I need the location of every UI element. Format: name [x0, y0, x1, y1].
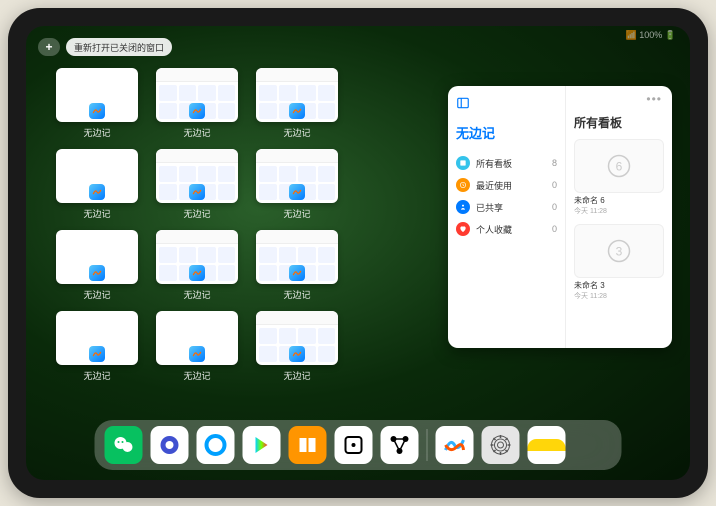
window-thumbnail[interactable]: 无边记 [156, 149, 238, 220]
screen: 📶 100% 🔋 + 重新打开已关闭的窗口 无边记无边记无边记无边记无边记无边记… [26, 26, 690, 480]
window-thumbnail[interactable]: 无边记 [56, 230, 138, 301]
window-thumbnail[interactable]: 无边记 [156, 230, 238, 301]
nav-count: 0 [552, 224, 557, 234]
board-date: 今天 11:28 [574, 206, 664, 216]
window-thumbnail[interactable]: 无边记 [256, 149, 338, 220]
svg-text:3: 3 [616, 245, 623, 259]
dock-separator [427, 429, 428, 461]
add-window-button[interactable]: + [38, 38, 60, 56]
sidebar-item-2[interactable]: 已共享 0 [456, 196, 557, 218]
freeform-app-icon [89, 265, 105, 281]
dock [95, 420, 622, 470]
thumbnail-label: 无边记 [83, 369, 110, 382]
board-date: 今天 11:28 [574, 291, 664, 301]
freeform-app-icon [89, 346, 105, 362]
sidebar-item-3[interactable]: 个人收藏 0 [456, 218, 557, 240]
thumbnail-label: 无边记 [83, 288, 110, 301]
freeform-app-icon [189, 346, 205, 362]
thumbnail-label: 无边记 [183, 288, 210, 301]
dock-app-quark[interactable] [151, 426, 189, 464]
board-name: 未命名 6 [574, 195, 664, 206]
dock-app-wechat[interactable] [105, 426, 143, 464]
sidebar-title: 无边记 [456, 123, 557, 142]
window-grid: 无边记无边记无边记无边记无边记无边记无边记无边记无边记无边记无边记无边记 [56, 68, 436, 382]
window-thumbnail[interactable]: 无边记 [156, 68, 238, 139]
nav-icon [456, 200, 470, 214]
nav-label: 个人收藏 [476, 223, 512, 236]
freeform-app-icon [289, 265, 305, 281]
window-thumbnail[interactable]: 无边记 [256, 68, 338, 139]
sidebar-item-0[interactable]: 所有看板 8 [456, 152, 557, 174]
window-thumbnail[interactable]: 无边记 [256, 230, 338, 301]
thumbnail-label: 无边记 [283, 288, 310, 301]
freeform-app-icon [89, 184, 105, 200]
ipad-frame: 📶 100% 🔋 + 重新打开已关闭的窗口 无边记无边记无边记无边记无边记无边记… [8, 8, 708, 498]
content-area: 所有看板 6未命名 6今天 11:283未命名 3今天 11:28 [566, 86, 672, 348]
freeform-app-icon [189, 184, 205, 200]
more-icon[interactable]: ••• [646, 92, 662, 106]
freeform-app-icon [189, 103, 205, 119]
nav-count: 8 [552, 158, 557, 168]
thumbnail-label: 无边记 [283, 369, 310, 382]
board-card[interactable]: 3 未命名 3今天 11:28 [574, 224, 664, 301]
dock-app-qq-browser[interactable] [197, 426, 235, 464]
dock-app-play[interactable] [243, 426, 281, 464]
window-thumbnail[interactable]: 无边记 [256, 311, 338, 382]
board-card[interactable]: 6 未命名 6今天 11:28 [574, 139, 664, 216]
dock-app-node[interactable] [381, 426, 419, 464]
nav-label: 最近使用 [476, 179, 512, 192]
dock-app-freeform[interactable] [436, 426, 474, 464]
nav-icon [456, 156, 470, 170]
window-thumbnail[interactable]: 无边记 [156, 311, 238, 382]
thumbnail-label: 无边记 [183, 369, 210, 382]
freeform-app-icon [289, 346, 305, 362]
dock-app-books[interactable] [289, 426, 327, 464]
board-preview: 6 [574, 139, 664, 193]
thumbnail-label: 无边记 [283, 207, 310, 220]
freeform-app-icon [189, 265, 205, 281]
sidebar-toggle-icon[interactable] [456, 96, 470, 110]
thumbnail-label: 无边记 [283, 126, 310, 139]
window-thumbnail[interactable]: 无边记 [56, 149, 138, 220]
stage-manager-controls: + 重新打开已关闭的窗口 [38, 38, 172, 56]
thumbnail-label: 无边记 [83, 126, 110, 139]
nav-label: 所有看板 [476, 157, 512, 170]
nav-count: 0 [552, 180, 557, 190]
freeform-app-icon [289, 103, 305, 119]
dock-app-folder[interactable] [574, 426, 612, 464]
sidebar: 无边记 所有看板 8 最近使用 0 已共享 0 个人收藏 0 [448, 86, 566, 348]
freeform-app-icon [289, 184, 305, 200]
freeform-app-icon [89, 103, 105, 119]
reopen-closed-window-button[interactable]: 重新打开已关闭的窗口 [66, 38, 172, 56]
nav-count: 0 [552, 202, 557, 212]
freeform-window[interactable]: ••• 无边记 所有看板8最近使用0已共享0个人收藏0 所有看板 6未命名 6今… [448, 86, 672, 348]
svg-text:6: 6 [616, 160, 623, 174]
sidebar-item-1[interactable]: 最近使用 0 [456, 174, 557, 196]
content-title: 所有看板 [574, 114, 664, 131]
nav-label: 已共享 [476, 201, 503, 214]
dock-app-settings[interactable] [482, 426, 520, 464]
window-thumbnail[interactable]: 无边记 [56, 68, 138, 139]
board-preview: 3 [574, 224, 664, 278]
thumbnail-label: 无边记 [183, 207, 210, 220]
thumbnail-label: 无边记 [183, 126, 210, 139]
window-thumbnail[interactable]: 无边记 [56, 311, 138, 382]
dock-app-dice[interactable] [335, 426, 373, 464]
dock-app-notes[interactable] [528, 426, 566, 464]
status-bar: 📶 100% 🔋 [626, 30, 676, 41]
nav-icon [456, 178, 470, 192]
board-name: 未命名 3 [574, 280, 664, 291]
nav-icon [456, 222, 470, 236]
thumbnail-label: 无边记 [83, 207, 110, 220]
